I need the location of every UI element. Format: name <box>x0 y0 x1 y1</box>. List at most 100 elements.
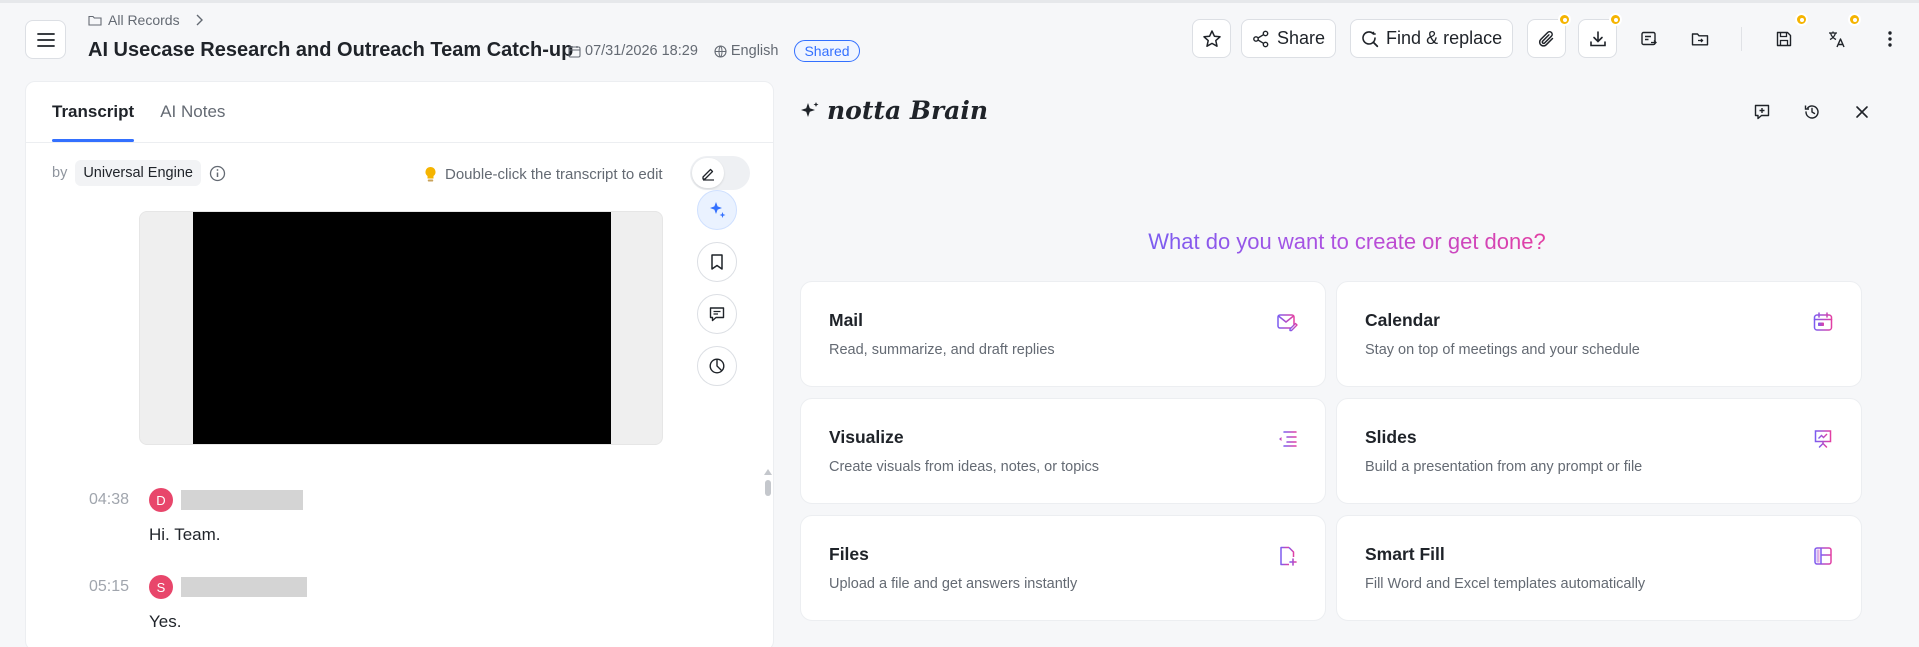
export-doc-icon <box>1640 31 1657 45</box>
card-title: Files <box>829 544 869 564</box>
tab-ai-notes[interactable]: AI Notes <box>160 82 225 142</box>
globe-icon <box>714 44 727 58</box>
download-button[interactable] <box>1578 13 1623 58</box>
transcript-side-tools <box>697 190 737 386</box>
top-border <box>0 0 1919 3</box>
share-button[interactable]: Share <box>1241 19 1337 58</box>
engine-info: by Universal Engine <box>52 159 226 187</box>
segment-timestamp[interactable]: 04:38 <box>89 491 149 509</box>
hamburger-icon <box>36 32 55 47</box>
calendar-small-icon <box>568 45 581 58</box>
record-datetime: 07/31/2026 18:29 <box>585 43 698 59</box>
video-player[interactable] <box>139 211 663 445</box>
card-slides[interactable]: Slides Build a presentation from any pro… <box>1336 398 1862 504</box>
card-desc: Create visuals from ideas, notes, or top… <box>829 459 1099 475</box>
card-smart-fill[interactable]: Smart Fill Fill Word and Excel templates… <box>1336 515 1862 621</box>
transcript-segment[interactable]: 05:15 S Yes. <box>89 574 729 632</box>
file-plus-icon <box>1275 544 1299 568</box>
find-replace-label: Find & replace <box>1386 28 1503 48</box>
video-frame[interactable] <box>193 212 611 444</box>
card-desc: Fill Word and Excel templates automatica… <box>1365 576 1646 592</box>
edit-hint-text: Double-click the transcript to edit <box>445 165 663 183</box>
menu-button[interactable] <box>25 20 66 59</box>
paperclip-icon <box>1538 30 1553 47</box>
new-chat-icon <box>1754 104 1770 120</box>
download-icon <box>1589 30 1606 46</box>
speaker-stats-button[interactable] <box>697 346 737 386</box>
folder-move-icon <box>1691 32 1708 45</box>
favorite-button[interactable] <box>1192 19 1231 58</box>
segment-header: 05:15 S <box>89 574 729 600</box>
tab-transcript[interactable]: Transcript <box>52 82 135 142</box>
star-icon <box>1202 29 1221 47</box>
close-button[interactable] <box>1845 95 1879 129</box>
by-label: by <box>52 165 68 181</box>
new-chat-button[interactable] <box>1745 95 1779 129</box>
card-title: Slides <box>1365 427 1417 447</box>
card-title: Calendar <box>1365 310 1440 330</box>
card-files[interactable]: Files Upload a file and get answers inst… <box>800 515 1326 621</box>
speaker-name-redacted[interactable] <box>181 577 307 597</box>
lightbulb-icon <box>425 166 436 181</box>
translate-icon <box>1828 31 1845 47</box>
card-title: Visualize <box>829 427 904 447</box>
bookmark-button[interactable] <box>697 242 737 282</box>
card-calendar[interactable]: Calendar Stay on top of meetings and you… <box>1336 281 1862 387</box>
segment-timestamp[interactable]: 05:15 <box>89 578 149 596</box>
breadcrumb[interactable]: All Records <box>88 10 206 30</box>
speaker-avatar[interactable]: S <box>149 575 173 599</box>
edit-mode-toggle[interactable] <box>690 156 750 190</box>
attach-button[interactable] <box>1527 13 1572 58</box>
more-button[interactable] <box>1870 19 1909 58</box>
record-meta: 07/31/2026 18:29 English Shared <box>568 39 860 63</box>
share-label: Share <box>1277 28 1326 48</box>
tab-divider <box>26 142 773 143</box>
edit-toggle-knob <box>692 158 724 188</box>
edit-hint: Double-click the transcript to edit <box>424 162 663 186</box>
card-desc: Read, summarize, and draft replies <box>829 342 1055 358</box>
language-label: English <box>730 43 779 59</box>
find-replace-button[interactable]: Find & replace <box>1350 19 1514 58</box>
sparkle-logo-icon <box>801 101 819 117</box>
history-button[interactable] <box>1795 95 1829 129</box>
segment-text[interactable]: Hi. Team. <box>149 525 729 545</box>
card-mail[interactable]: Mail Read, summarize, and draft replies <box>800 281 1326 387</box>
page-title[interactable]: AI Usecase Research and Outreach Team Ca… <box>88 39 573 62</box>
brain-prompt-text: What do you want to create or get done? <box>1148 229 1546 254</box>
premium-badge <box>1609 13 1623 26</box>
speaker-name-redacted[interactable] <box>181 490 303 510</box>
comment-button[interactable] <box>697 294 737 334</box>
presentation-icon <box>1811 427 1835 451</box>
save-button[interactable] <box>1764 13 1809 58</box>
export-button[interactable] <box>1629 19 1668 58</box>
segment-text[interactable]: Yes. <box>149 612 729 632</box>
ai-assist-button[interactable] <box>697 190 737 230</box>
scroll-thumb[interactable] <box>765 480 771 496</box>
save-icon <box>1776 31 1791 46</box>
pie-chart-icon <box>709 358 725 374</box>
record-date: 07/31/2026 18:29 <box>568 43 698 59</box>
card-desc: Stay on top of meetings and your schedul… <box>1365 342 1640 358</box>
card-visualize[interactable]: Visualize Create visuals from ideas, not… <box>800 398 1326 504</box>
record-language[interactable]: English <box>714 43 779 59</box>
move-folder-button[interactable] <box>1680 19 1719 58</box>
mail-edit-icon <box>1275 310 1299 334</box>
card-title: Smart Fill <box>1365 544 1445 564</box>
engine-chip[interactable]: Universal Engine <box>75 160 201 186</box>
brain-prompt-heading: What do you want to create or get done? <box>775 229 1919 255</box>
card-title: Mail <box>829 310 864 330</box>
close-icon <box>1856 106 1868 118</box>
history-icon <box>1804 105 1819 119</box>
breadcrumb-all-records[interactable]: All Records <box>108 12 180 28</box>
transcript-scrollbar[interactable] <box>764 469 772 509</box>
info-icon[interactable] <box>209 165 226 182</box>
header-toolbar: Share Find & replace <box>1192 13 1909 58</box>
translate-button[interactable] <box>1817 13 1862 58</box>
speaker-avatar[interactable]: D <box>149 488 173 512</box>
shared-badge[interactable]: Shared <box>794 40 860 62</box>
premium-badge <box>1558 13 1572 26</box>
folder-icon <box>88 15 102 26</box>
scroll-up-arrow[interactable] <box>764 469 772 475</box>
transcript-segment[interactable]: 04:38 D Hi. Team. <box>89 487 729 545</box>
share-icon <box>1253 30 1269 47</box>
